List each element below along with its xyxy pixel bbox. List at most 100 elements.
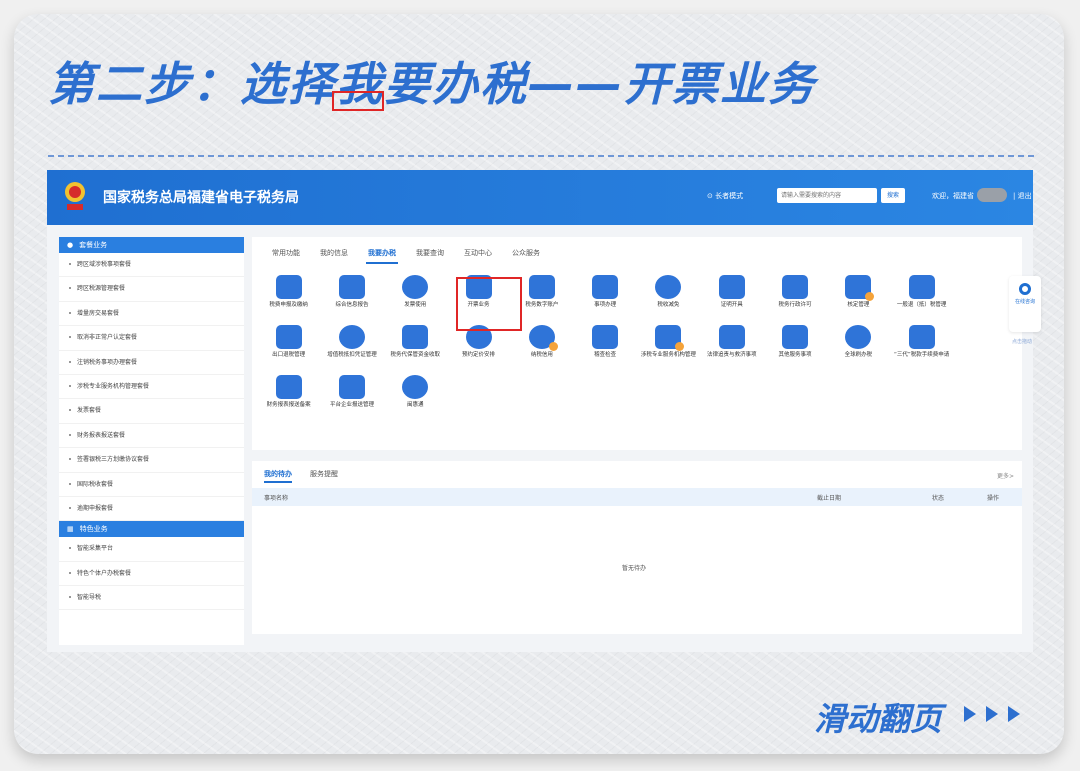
function-item[interactable]: 增值税抵扣凭证管理	[320, 321, 383, 371]
function-label: 核定管理	[847, 302, 870, 308]
sidebar-item[interactable]: 财务报表报送套餐	[59, 424, 244, 449]
function-icon	[718, 325, 745, 349]
sidebar-item[interactable]: 智能导税	[59, 586, 244, 611]
search-input[interactable]	[777, 188, 877, 203]
function-label: 预约定价安排	[462, 352, 496, 358]
arrow-right-icon	[1008, 706, 1020, 722]
function-label: 证明开具	[720, 302, 743, 308]
tab-service-reminder[interactable]: 服务提醒	[310, 469, 338, 483]
online-consult-button[interactable]: 在线咨询	[1009, 276, 1041, 332]
function-icon	[908, 275, 935, 299]
function-label: 事项办理	[594, 302, 617, 308]
function-item[interactable]: 税费申报及缴纳	[257, 271, 320, 321]
sidebar-item[interactable]: 特色个体户办税套餐	[59, 562, 244, 587]
username-redacted	[977, 188, 1007, 202]
function-item[interactable]: 全球刷办税	[827, 321, 890, 371]
todo-panel: 我的待办 服务提醒 更多> 事项名称 截止日期 状态 操作 暂无待办	[252, 461, 1022, 634]
function-icon	[338, 375, 365, 399]
function-icon	[402, 375, 429, 399]
sidebar-section-package[interactable]: ● 套餐业务	[59, 237, 244, 253]
function-label: “三代”税款手续费申请	[894, 352, 950, 358]
function-item[interactable]: 税收减免	[637, 271, 700, 321]
tab-2[interactable]: 我要办税	[358, 245, 406, 264]
function-icon	[275, 325, 302, 349]
function-icon	[845, 275, 875, 301]
function-icon	[275, 375, 302, 399]
function-label: 税务代保管资金收取	[390, 352, 440, 358]
sidebar-item[interactable]: 取消非正常户认定套餐	[59, 326, 244, 351]
sidebar-item[interactable]: 逾期申报套餐	[59, 497, 244, 522]
function-label: 闽惠通	[406, 402, 424, 408]
function-icon	[592, 325, 619, 349]
slide-card: 第二步：选择我要办税——开票业务 国家税务总局福建省电子税务局 ⊙ 长者模式 搜…	[14, 14, 1064, 754]
highlight-invoice-box	[456, 277, 522, 331]
sidebar-item[interactable]: 签署银税三方划缴协议套餐	[59, 448, 244, 473]
function-item[interactable]: “三代”税款手续费申请	[890, 321, 953, 371]
search-button[interactable]: 搜索	[881, 188, 905, 203]
function-item[interactable]: 闽惠通	[384, 371, 447, 421]
function-label: 纳税信用	[530, 352, 553, 358]
sidebar-item[interactable]: 涉税专业服务机构管理套餐	[59, 375, 244, 400]
function-icon	[718, 275, 745, 299]
function-item[interactable]: 证明开具	[700, 271, 763, 321]
function-item[interactable]: 财务报表报送备案	[257, 371, 320, 421]
more-link[interactable]: 更多>	[997, 471, 1014, 480]
function-label: 其他服务事项	[778, 352, 812, 358]
function-item[interactable]: 涉税专业服务机构管理	[637, 321, 700, 371]
function-icon	[655, 325, 685, 351]
function-item[interactable]: 稽查检查	[573, 321, 636, 371]
tab-0[interactable]: 常用功能	[262, 245, 310, 261]
function-item[interactable]: 法律追责与救济事项	[700, 321, 763, 371]
function-item[interactable]: 事项办理	[573, 271, 636, 321]
function-item[interactable]: 发票使用	[384, 271, 447, 321]
sidebar-item[interactable]: 注销税务事项办理套餐	[59, 351, 244, 375]
function-label: 综合信息报告	[335, 302, 369, 308]
todo-table-header: 事项名称 截止日期 状态 操作	[252, 488, 1022, 506]
tab-4[interactable]: 互动中心	[454, 245, 502, 261]
function-label: 增值税抵扣凭证管理	[327, 352, 377, 358]
sidebar-item[interactable]: 增量房交易套餐	[59, 302, 244, 327]
sidebar-item[interactable]: 国际税收套餐	[59, 473, 244, 497]
function-item[interactable]: 核定管理	[827, 271, 890, 321]
function-icon	[592, 275, 619, 299]
sidebar-item[interactable]: 发票套餐	[59, 399, 244, 424]
todo-tabs: 我的待办 服务提醒	[264, 469, 338, 483]
function-icon	[655, 275, 682, 299]
function-icon	[402, 325, 429, 349]
sidebar-item[interactable]: 跨区税源管理套餐	[59, 277, 244, 302]
function-label: 税费申报及缴纳	[269, 302, 308, 308]
elder-mode-link[interactable]: ⊙ 长者模式	[707, 191, 743, 201]
function-item[interactable]: 其他服务事项	[763, 321, 826, 371]
function-icon	[528, 325, 558, 351]
function-item[interactable]: 税务行政许可	[763, 271, 826, 321]
function-label: 全球刷办税	[844, 352, 873, 358]
function-icon	[845, 325, 872, 349]
function-icon	[338, 325, 365, 349]
package-icon: ●	[67, 241, 74, 249]
consult-icon	[1019, 283, 1031, 295]
function-label: 平台企业报送管理	[329, 402, 374, 408]
function-label: 涉税专业服务机构管理	[640, 352, 696, 358]
tab-my-todo[interactable]: 我的待办	[264, 469, 292, 483]
function-icon	[782, 325, 809, 349]
tab-1[interactable]: 我的信息	[310, 245, 358, 261]
tab-3[interactable]: 我要查询	[406, 245, 454, 261]
sidebar-item[interactable]: 跨区域涉税事项套餐	[59, 253, 244, 278]
logout-link[interactable]: | 退出	[1013, 191, 1032, 201]
function-item[interactable]: 税务代保管资金收取	[384, 321, 447, 371]
function-item[interactable]: 平台企业报送管理	[320, 371, 383, 421]
highlight-tab-box	[332, 91, 384, 111]
function-item[interactable]: 综合信息报告	[320, 271, 383, 321]
function-icon	[528, 275, 555, 299]
sidebar-section-special[interactable]: ▦ 特色业务	[59, 521, 244, 538]
function-label: 稽查检查	[594, 352, 617, 358]
tab-5[interactable]: 公众服务	[502, 245, 550, 261]
grid-icon: ▦	[67, 525, 74, 534]
function-label: 出口退税管理	[272, 352, 306, 358]
sidebar-item[interactable]: 智能采集平台	[59, 537, 244, 562]
function-item[interactable]: 一般退（抵）税管理	[890, 271, 953, 321]
function-icon	[402, 275, 429, 299]
welcome-text: 欢迎，福建省	[932, 192, 974, 200]
function-item[interactable]: 出口退税管理	[257, 321, 320, 371]
function-tabs: 常用功能 我的信息 我要办税 我要查询 互动中心 公众服务	[262, 245, 550, 264]
